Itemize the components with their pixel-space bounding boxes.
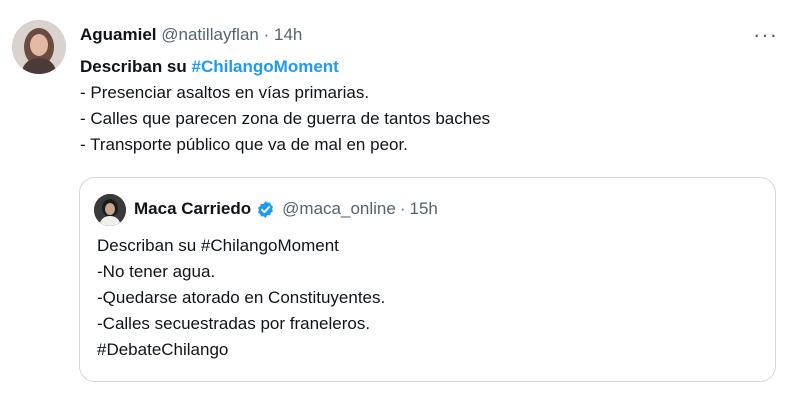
quoted-tweet-text: Describan su #ChilangoMoment -No tener a… (97, 233, 385, 363)
quoted-author-name[interactable]: Maca Carriedo (134, 198, 251, 220)
tweet-text-line: - Presenciar asaltos en vías primarias. (80, 83, 370, 102)
author-handle[interactable]: @natillayflan (161, 25, 259, 44)
tweet-timestamp[interactable]: 14h (274, 25, 302, 44)
quoted-text-line: Describan su #ChilangoMoment (97, 236, 339, 255)
tweet-text-line: - Calles que parecen zona de guerra de t… (80, 109, 491, 128)
header-separator: · (263, 25, 270, 44)
quoted-text-line: #DebateChilango (97, 340, 229, 359)
quoted-tweet-timestamp[interactable]: 15h (410, 198, 438, 220)
quoted-text-line: -Calles secuestradas por franeleros. (97, 314, 371, 333)
quoted-text-line: -No tener agua. (97, 262, 216, 281)
tweet-text-prefix: Describan su (80, 57, 192, 76)
quoted-author-handle[interactable]: @maca_online (282, 198, 396, 220)
tweet-text-line: - Transporte público que va de mal en pe… (80, 135, 408, 154)
author-name[interactable]: Aguamiel (80, 25, 157, 44)
tweet-text: Describan su #ChilangoMoment - Presencia… (80, 54, 770, 158)
quoted-avatar-photo (94, 194, 126, 226)
quoted-header-separator: · (399, 199, 406, 218)
quoted-text-line: -Quedarse atorado en Constituyentes. (97, 288, 386, 307)
tweet-header: Aguamiel @natillayflan · 14h (80, 24, 302, 46)
avatar-photo (12, 20, 66, 74)
quoted-tweet-header: Maca Carriedo @maca_online · 15h (134, 198, 438, 220)
more-icon[interactable]: ··· (753, 24, 778, 46)
quoted-tweet[interactable]: Maca Carriedo @maca_online · 15h Describ… (79, 177, 776, 382)
tweet-card[interactable]: Aguamiel @natillayflan · 14h ··· Describ… (0, 0, 800, 401)
quoted-avatar[interactable] (94, 194, 126, 226)
tweet-text-line: Describan su #ChilangoMoment (80, 54, 770, 80)
avatar[interactable] (12, 20, 66, 74)
verified-badge-icon (256, 200, 275, 219)
hashtag-link[interactable]: #ChilangoMoment (192, 57, 339, 76)
